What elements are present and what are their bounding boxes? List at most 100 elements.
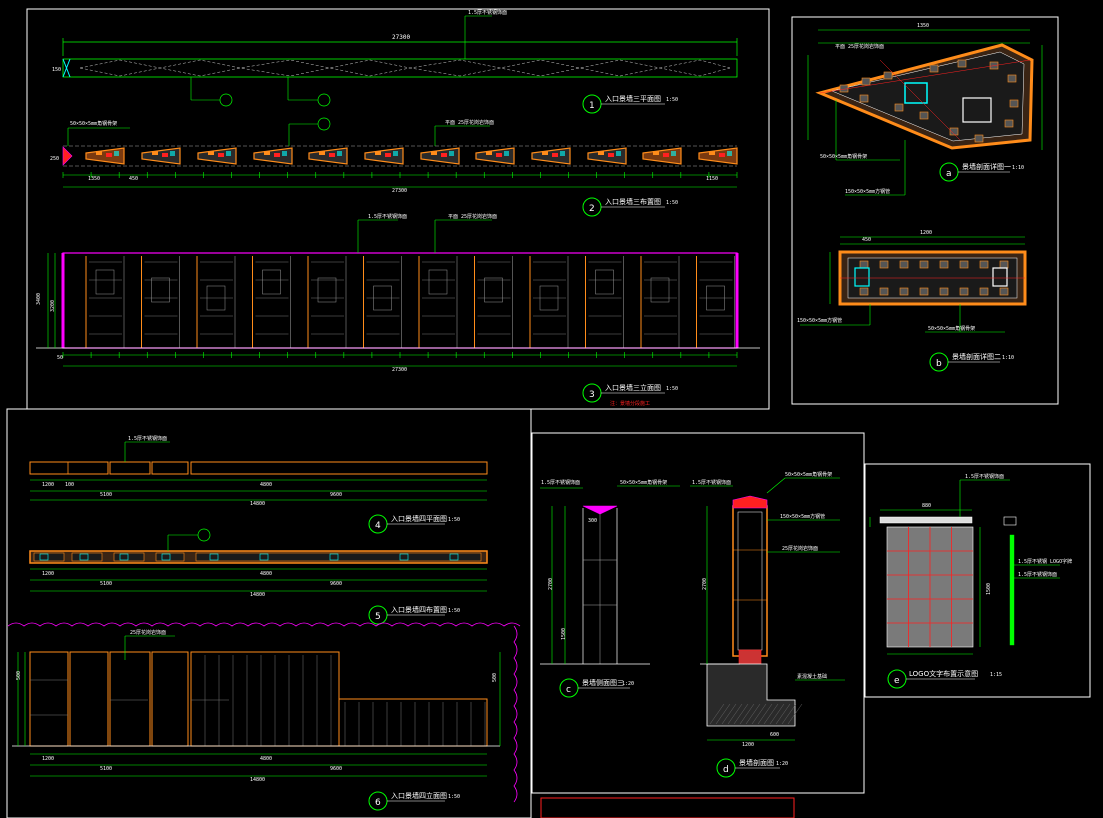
dim-5-14800: 14800 [250,592,265,598]
detail-a: 1350 50×50×5mm角钢骨架 150×50×5mm方钢管 平面 25厚花… [807,23,1043,196]
note-d-pipe: 150×50×5mm方钢管 [780,513,825,520]
note-c-steel: 1.5厚不锈钢饰面 [541,479,580,486]
pier-9 [531,147,571,165]
note-a-pipe: 150×50×5mm方钢管 [845,188,890,195]
pier-10 [587,147,627,165]
dim-4-5100: 5100 [100,492,112,498]
detail-e: 880 1500 1.5厚不锈钢 LOGO字牌 1.5厚不锈钢饰面 1.5厚不锈… [869,473,1072,689]
note-b-pipe: 150×50×5mm方钢管 [797,317,842,324]
tag-2: 2 [589,204,595,214]
scale-a: 1:10 [1012,165,1024,171]
dim-6-h500: 500 [16,671,22,680]
sheet-frame-6 [540,797,795,818]
dim-5-1200: 1200 [42,571,54,577]
title-6: 入口景墙四立面图 [391,791,447,800]
elevation-view-3: 3400 3200 50 27300 1.5厚不锈钢饰面 平面 25厚花岗岩饰面… [36,213,760,407]
dim-b-450: 450 [862,237,871,243]
note-d-granite: 25厚花岗岩饰面 [782,545,818,552]
dim-c-1500: 1500 [561,628,567,640]
tag-b: b [936,359,942,369]
title-2: 入口景墙三布置图 [605,197,661,206]
note-a-frame: 50×50×5mm角钢骨架 [820,153,867,160]
pier-4 [253,147,293,165]
note-b-frame: 50×50×5mm角钢骨架 [928,325,975,332]
note-e-steel-top: 1.5厚不锈钢饰面 [965,473,1004,480]
title-3: 入口景墙三立面图 [605,383,661,392]
dim-h3200: 3200 [50,300,56,312]
dim-4-14800: 14800 [250,501,265,507]
dim-4-100: 100 [65,482,74,488]
note-steel-3: 1.5厚不锈钢饰面 [368,213,407,220]
pier-row [85,147,738,165]
plan-view-4: 1200 100 4800 5100 9600 14800 1.5厚不锈钢饰面 … [29,435,488,534]
dim-6-14800: 14800 [250,777,265,783]
dim-seg-1350: 1350 [88,176,100,182]
dim-e-1500: 1500 [986,583,992,595]
dim-total-top: 27300 [392,34,410,41]
title-1: 入口景墙三平面图 [605,94,661,103]
scale-2: 1:50 [666,200,678,206]
dim-4-1200: 1200 [42,482,54,488]
tag-3: 3 [589,390,595,400]
note-steel-4: 1.5厚不锈钢饰面 [128,435,167,442]
dim-total-3: 27300 [392,367,407,373]
dim-6-1200: 1200 [42,756,54,762]
dim-6-9600: 9600 [330,766,342,772]
note-steel-1: 1.5厚不锈钢饰面 [468,9,507,16]
dim-d-600: 600 [770,732,779,738]
tag-c: c [566,685,571,695]
note-c-frame: 50×50×5mm角钢骨架 [620,479,667,486]
dim-5-9600: 9600 [330,581,342,587]
note-granite-2: 平面 25厚花岗岩饰面 [445,119,494,126]
dim-6-4800: 4800 [260,756,272,762]
layout-view-5: 1200 4800 5100 9600 14800 5 入口景墙四布置图 1:5… [29,528,488,625]
scale-1: 1:50 [666,97,678,103]
scale-c: 1:20 [622,681,634,687]
pier-6 [364,147,404,165]
scale-e: 1:15 [990,672,1002,678]
pier-11 [642,147,682,165]
tag-e: e [894,676,900,686]
title-4: 入口景墙四平面图 [391,514,447,523]
cad-drawing: 27300 150 1.5厚不锈钢饰面 1 入口景墙三平面图 1:50 250 … [6,8,1091,818]
title-5: 入口景墙四布置图 [391,605,447,614]
dim-5-4800: 4800 [260,571,272,577]
dim-c-300: 300 [588,518,597,524]
detail-b: 1200 450 150×50×5mm方钢管 50×50×5mm角钢骨架 b 景… [797,230,1027,372]
title-b: 景墙剖面详图二 [952,352,1001,361]
dim-d-1200: 1200 [742,742,754,748]
elevation-view-6: 500 500 1200 4800 5100 9600 14800 25厚花岗岩… [7,622,521,811]
pier-8 [475,147,515,165]
scale-d: 1:20 [776,761,788,767]
dim-h150: 150 [52,67,61,73]
dim-seg-50: 50 [57,355,63,361]
scale-5: 1:50 [448,608,460,614]
sheet-frame-4 [531,432,865,794]
dim-6-h500r: 500 [492,673,498,682]
sheet-frame-1 [26,8,770,410]
dim-seg-450: 450 [129,176,138,182]
dim-5-5100: 5100 [100,581,112,587]
pier-2 [141,147,181,165]
note-granite-6: 25厚花岗岩饰面 [130,629,166,636]
pier-1 [85,147,125,165]
title-a: 景墙剖面详图一 [962,162,1011,171]
dim-seg-1150: 1150 [706,176,718,182]
scale-b: 1:10 [1002,355,1014,361]
dim-e-880: 880 [922,503,931,509]
tag-5: 5 [375,612,381,622]
note-red: 注：景墙分段施工 [610,400,650,407]
title-d: 景墙剖面图 [739,758,774,767]
title-e: LOGO文字布置示意图 [909,669,978,678]
layout-view-2: 250 1350 450 1150 27300 平面 25厚花岗岩饰面 50×5… [50,117,738,217]
dim-a-1350: 1350 [917,23,929,29]
note-e-logo: 1.5厚不锈钢 LOGO字牌 [1018,558,1072,565]
scale-3: 1:50 [666,386,678,392]
scale-4: 1:50 [448,517,460,523]
pier-12 [698,147,738,165]
pier-5 [308,147,348,165]
plan-view-1: 27300 150 1.5厚不锈钢饰面 1 入口景墙三平面图 1:50 [52,9,738,114]
dim-total-2: 27300 [392,188,407,194]
note-d-base: 素混凝土基础 [797,673,827,680]
note-d-steel: 1.5厚不锈钢饰面 [692,479,731,486]
